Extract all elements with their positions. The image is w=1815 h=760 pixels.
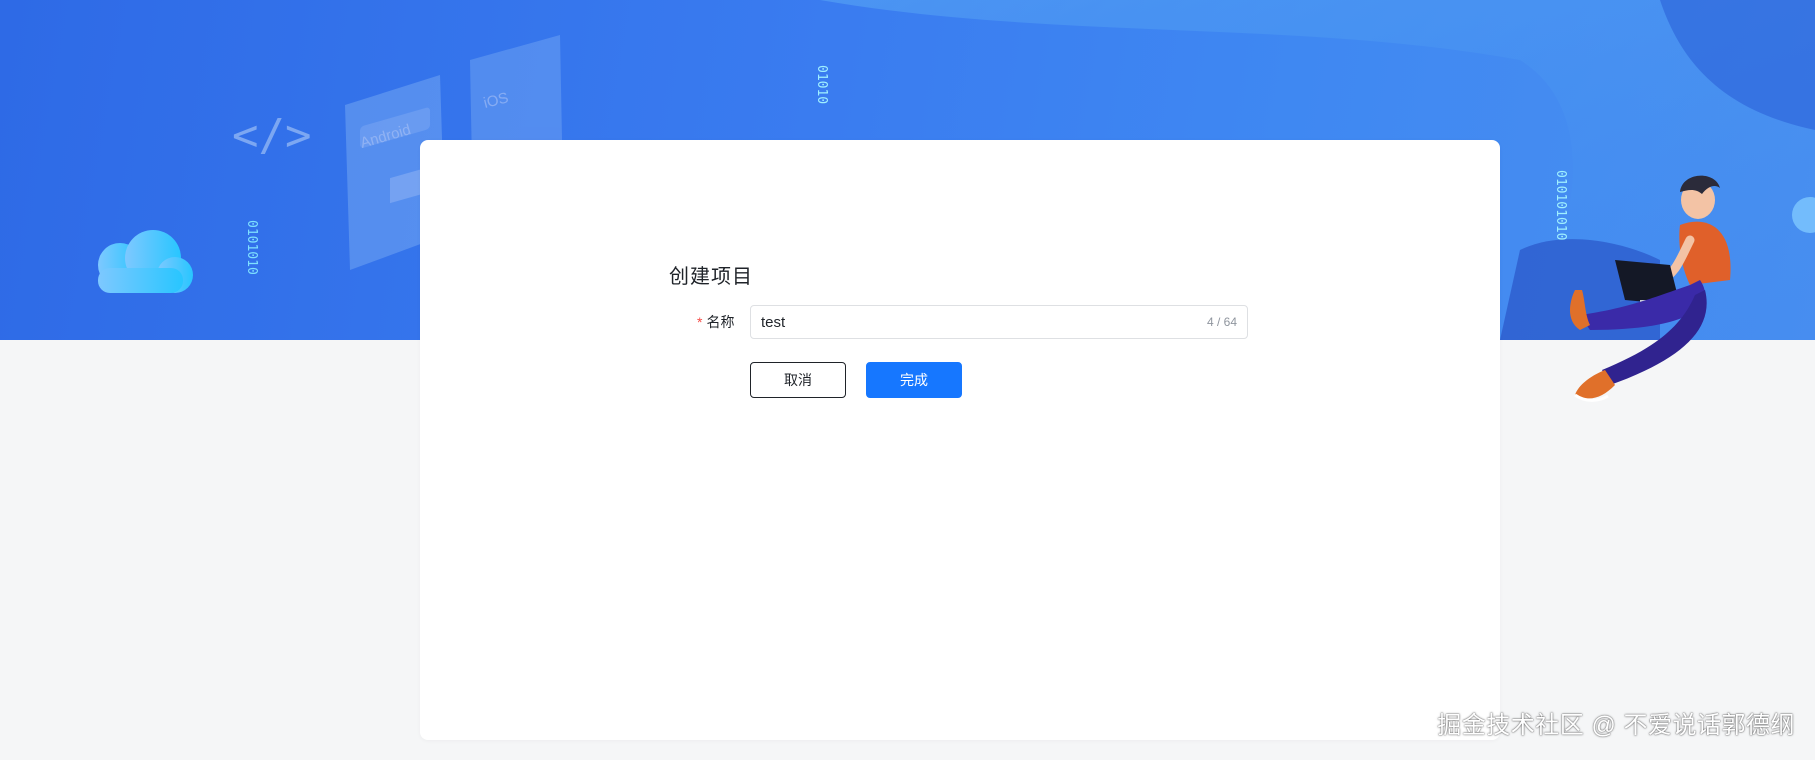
page-title: 创建项目 xyxy=(669,266,753,288)
name-input-wrapper[interactable]: 4 / 64 xyxy=(750,305,1248,339)
char-counter: 4 / 64 xyxy=(1206,315,1237,329)
cancel-button[interactable]: 取消 xyxy=(750,362,846,398)
required-mark: * xyxy=(697,314,703,330)
binary-string: 01010 xyxy=(814,65,829,104)
cloud-icon xyxy=(98,230,193,293)
name-label-text: 名称 xyxy=(706,314,735,330)
watermark: 掘金技术社区 @ 不爱说话郭德纲 xyxy=(1437,712,1795,739)
done-button[interactable]: 完成 xyxy=(866,362,962,398)
name-field-label: * 名称 xyxy=(697,312,734,332)
person-with-laptop-illustration xyxy=(1570,175,1731,402)
binary-string: 0101010 xyxy=(244,220,259,275)
code-icon: </> xyxy=(232,110,311,161)
page: </> 0101010 01010 010101010 Android iOS xyxy=(0,0,1815,760)
name-input[interactable] xyxy=(751,307,1207,337)
create-project-card: 创建项目 *名称 4 / 64 取消 完成 xyxy=(420,140,1500,740)
